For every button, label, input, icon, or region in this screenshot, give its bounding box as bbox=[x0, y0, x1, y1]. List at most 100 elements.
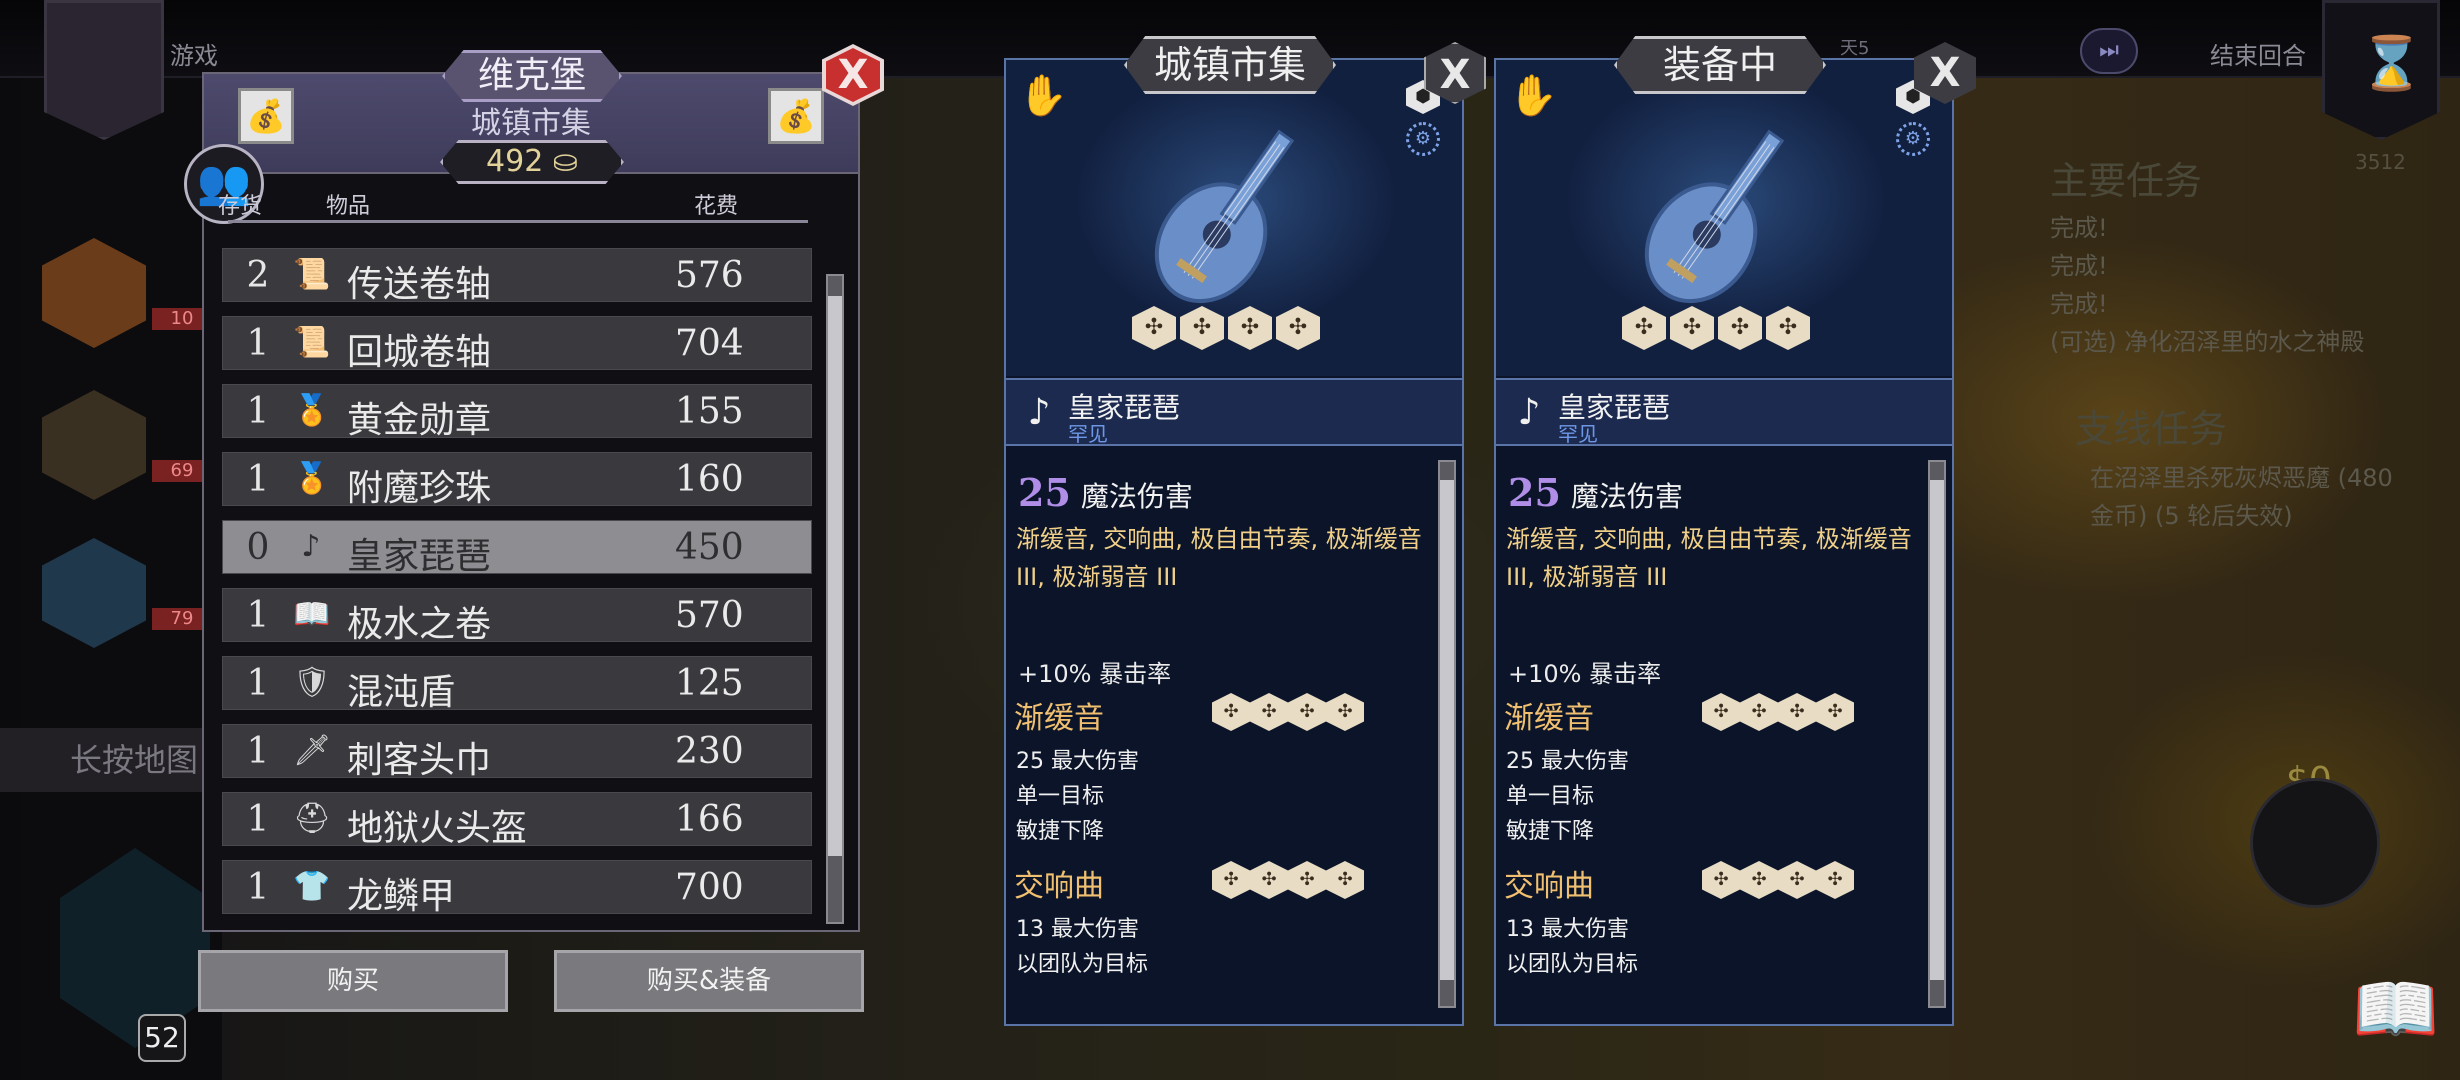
shop-item-row[interactable]: 1 👕 龙鳞甲 700 bbox=[222, 860, 812, 917]
ability-detail: 单一目标 bbox=[1506, 784, 1595, 809]
faction-banner bbox=[44, 0, 164, 140]
item-cost: 155 bbox=[675, 391, 744, 432]
item-name: 龙鳞甲 bbox=[347, 876, 456, 917]
item-qty: 1 bbox=[246, 595, 270, 636]
hourglass-icon[interactable]: ⌛ bbox=[2322, 0, 2440, 140]
long-press-hint: 长按地图 bbox=[0, 728, 222, 792]
item-qty: 0 bbox=[246, 527, 270, 568]
item-cost: 450 bbox=[675, 527, 744, 568]
shop-scrollbar[interactable] bbox=[826, 274, 844, 924]
item-name: 皇家琵琶 bbox=[347, 536, 492, 577]
main-quest-title[interactable]: 主要任务 bbox=[2050, 150, 2202, 205]
item-qty: 1 bbox=[246, 731, 270, 772]
item-qty: 1 bbox=[246, 391, 270, 432]
ability-detail: 25 最大伤害 bbox=[1016, 749, 1139, 774]
die-icon: ✣ bbox=[1288, 861, 1326, 899]
item-cost: 704 bbox=[675, 323, 744, 364]
ability-dice: ✣ ✣ ✣ ✣ bbox=[1212, 861, 1364, 901]
inventory-bag-button[interactable] bbox=[2250, 778, 2380, 908]
side-quest-title[interactable]: 支线任务 bbox=[2075, 398, 2227, 453]
quest-line: 完成! bbox=[2050, 252, 2108, 280]
shop-item-row[interactable]: 1 🏅 附魔珍珠 160 bbox=[222, 452, 812, 509]
scroll-thumb[interactable] bbox=[1930, 480, 1944, 980]
damage-type: 魔法伤害 bbox=[1570, 480, 1683, 513]
item-stats: 25 魔法伤害 渐缓音, 交响曲, 极自由节奏, 极渐缓音 III, 极渐弱音 I… bbox=[1496, 448, 1926, 1018]
damage-line: 25 魔法伤害 bbox=[1018, 470, 1193, 515]
item-qty: 2 bbox=[246, 255, 270, 296]
card-tab-label: 城镇市集 bbox=[1124, 36, 1336, 94]
die-icon: ✣ bbox=[1740, 693, 1778, 731]
helmet-icon: ⛑ bbox=[293, 801, 332, 836]
divider bbox=[228, 220, 808, 223]
scroll-icon: 📜 bbox=[293, 325, 331, 360]
die-icon: ✣ bbox=[1766, 306, 1810, 350]
item-name: 附魔珍珠 bbox=[347, 468, 492, 509]
ability-detail: 以团队为目标 bbox=[1016, 952, 1149, 977]
shop-item-row[interactable]: 1 🗡 刺客头巾 230 bbox=[222, 724, 812, 781]
item-cost: 125 bbox=[675, 663, 744, 704]
pendant-icon: 🏅 bbox=[293, 461, 331, 496]
quest-line: 金币) (5 轮后失效) bbox=[2090, 502, 2293, 530]
coins-icon: ⛀ bbox=[552, 144, 578, 179]
scroll-thumb[interactable] bbox=[1440, 480, 1454, 980]
shop-item-row[interactable]: 1 ⛑ 地狱火头盔 166 bbox=[222, 792, 812, 849]
day-label: 天5 bbox=[1840, 38, 1870, 59]
item-rarity: 罕见 bbox=[1068, 422, 1108, 446]
ability-detail: 25 最大伤害 bbox=[1506, 749, 1629, 774]
fast-forward-icon[interactable]: ⏭ bbox=[2080, 28, 2138, 74]
quest-line: 完成! bbox=[2050, 214, 2108, 242]
die-icon: ✣ bbox=[1180, 306, 1224, 350]
damage-line: 25 魔法伤害 bbox=[1508, 470, 1683, 515]
item-cost: 576 bbox=[675, 255, 744, 296]
die-icon: ✣ bbox=[1326, 861, 1364, 899]
ability-detail: 敏捷下降 bbox=[1016, 819, 1105, 844]
damage-type: 魔法伤害 bbox=[1080, 480, 1193, 513]
die-icon: ✣ bbox=[1670, 306, 1714, 350]
shop-item-list: 2 📜 传送卷轴 576 1 📜 回城卷轴 704 1 🏅 黄金勋章 155 1 🏅 附魔珍珠 160 0 ♪ 皇家… bbox=[222, 248, 812, 928]
quest-count: 3512 bbox=[2355, 150, 2406, 174]
ability-dice: ✣ ✣ ✣ ✣ bbox=[1702, 861, 1854, 901]
shield-icon: 🛡 bbox=[293, 665, 332, 700]
level-badge: 52 bbox=[138, 1014, 186, 1062]
end-turn-button[interactable]: 结束回合 bbox=[2210, 36, 2306, 71]
die-icon: ✣ bbox=[1288, 693, 1326, 731]
die-icon: ✣ bbox=[1250, 861, 1288, 899]
lute-icon bbox=[1124, 100, 1344, 320]
col-qty: 存货 bbox=[218, 194, 263, 219]
item-title-bar: ♪ 皇家琵琶 罕见 bbox=[1006, 378, 1462, 446]
quest-line: 在沼泽里杀死灰烬恶魔 (480 bbox=[2090, 464, 2393, 492]
shop-item-row[interactable]: 0 ♪ 皇家琵琶 450 bbox=[222, 520, 812, 577]
abilities: 渐缓音 ✣ ✣ ✣ ✣ 25 最大伤害 单一目标 敏捷下降 交响曲 ✣ ✣ ✣ ✣ 13 最大伤害 以团队为… bbox=[1496, 558, 1926, 1018]
ability-dice: ✣ ✣ ✣ ✣ bbox=[1212, 693, 1364, 733]
item-preview: ✋ ⬢ ⚙ ✣ ✣ ✣ ✣ bbox=[1496, 60, 1952, 376]
ability-detail: 以团队为目标 bbox=[1506, 952, 1639, 977]
shop-item-row[interactable]: 2 📜 传送卷轴 576 bbox=[222, 248, 812, 305]
ability-title: 交响曲 bbox=[1014, 869, 1104, 904]
die-icon: ✣ bbox=[1212, 693, 1250, 731]
shop-item-row[interactable]: 1 📜 回城卷轴 704 bbox=[222, 316, 812, 373]
buy-button[interactable]: 购买 bbox=[198, 950, 508, 1012]
ability-detail: 敏捷下降 bbox=[1506, 819, 1595, 844]
item-name: 刺客头巾 bbox=[347, 740, 492, 781]
shop-item-row[interactable]: 1 🛡 混沌盾 125 bbox=[222, 656, 812, 713]
gold-amount: 492 ⛀ bbox=[440, 140, 624, 184]
die-icon: ✣ bbox=[1212, 861, 1250, 899]
item-cost: 570 bbox=[675, 595, 744, 636]
shop-item-row[interactable]: 1 🏅 黄金勋章 155 bbox=[222, 384, 812, 441]
book-icon: 📖 bbox=[293, 597, 331, 632]
die-icon: ✣ bbox=[1228, 306, 1272, 350]
die-icon: ✣ bbox=[1740, 861, 1778, 899]
card-scrollbar[interactable] bbox=[1928, 460, 1946, 1008]
ability-title: 渐缓音 bbox=[1014, 701, 1104, 736]
item-qty: 1 bbox=[246, 663, 270, 704]
quest-line: 完成! bbox=[2050, 290, 2108, 318]
shop-subtitle: 城镇市集 bbox=[471, 106, 591, 141]
scroll-thumb[interactable] bbox=[828, 296, 842, 856]
die-icon: ✣ bbox=[1250, 693, 1288, 731]
shop-item-row[interactable]: 1 📖 极水之卷 570 bbox=[222, 588, 812, 645]
card-scrollbar[interactable] bbox=[1438, 460, 1456, 1008]
lute-icon: ♪ bbox=[1517, 392, 1541, 433]
buy-equip-button[interactable]: 购买&装备 bbox=[554, 950, 864, 1012]
die-icon: ✣ bbox=[1718, 306, 1762, 350]
journal-book-icon[interactable]: 📖 bbox=[2352, 968, 2442, 1058]
